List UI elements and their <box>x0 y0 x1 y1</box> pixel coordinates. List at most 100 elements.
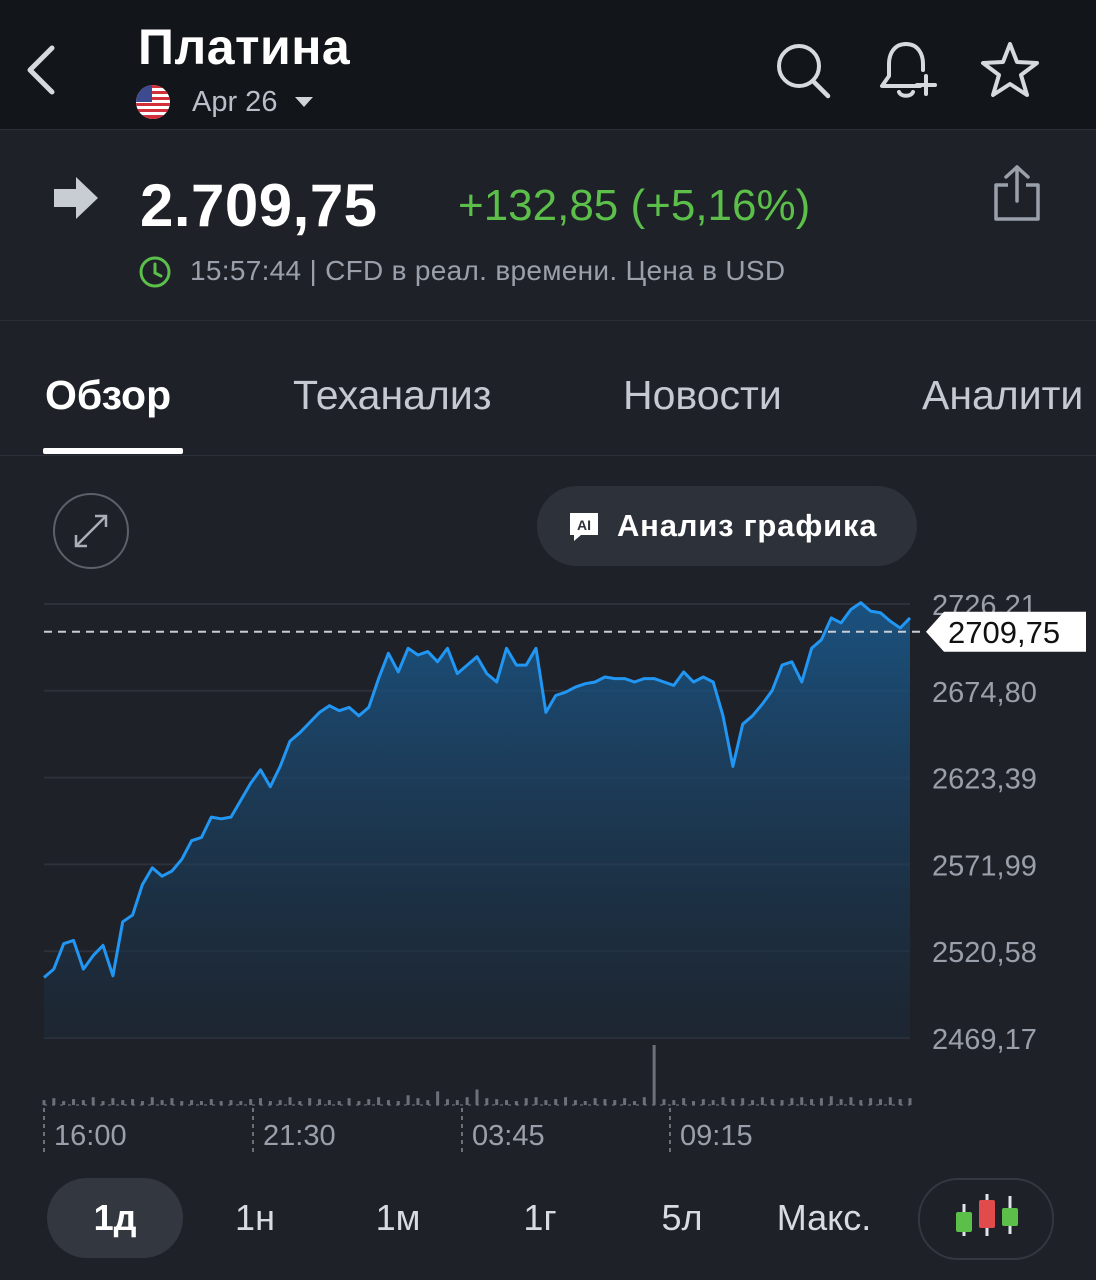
contract-month: Apr 26 <box>192 85 278 118</box>
chart-analysis-button[interactable]: AI Анализ графика <box>537 486 917 566</box>
volume-bar <box>908 1098 912 1105</box>
range-max[interactable]: Макс. <box>754 1178 894 1258</box>
tab-overview[interactable]: Обзор <box>45 372 171 419</box>
x-tick-label: 21:30 <box>263 1120 336 1152</box>
volume-bar <box>327 1100 331 1105</box>
volume-bar <box>150 1097 154 1105</box>
volume-bar <box>544 1100 548 1105</box>
volume-bar <box>623 1098 627 1105</box>
price-change: +132,85 (+5,16%) <box>458 181 811 230</box>
last-price: 2.709,75 <box>140 172 378 239</box>
volume-bar <box>337 1101 341 1105</box>
time-range-selector: 1д 1н 1м 1г 5л Макс. <box>0 1170 1096 1270</box>
volume-bar <box>386 1100 390 1105</box>
current-price-label: 2709,75 <box>948 615 1060 650</box>
ai-chat-icon: AI <box>570 513 598 541</box>
us-flag-icon <box>136 85 170 119</box>
unchanged-arrow-icon <box>54 177 98 219</box>
app-header: Платина Apr 26 <box>0 0 1096 130</box>
volume-bar <box>790 1098 794 1105</box>
volume-bar <box>731 1099 735 1105</box>
search-icon[interactable] <box>770 38 834 102</box>
volume-bar <box>445 1099 449 1105</box>
volume-bar <box>632 1101 636 1105</box>
volume-bar <box>416 1098 420 1105</box>
volume-bar <box>229 1100 233 1105</box>
range-1m[interactable]: 1м <box>338 1178 458 1258</box>
volume-bar <box>534 1097 538 1105</box>
range-1d[interactable]: 1д <box>47 1178 183 1258</box>
price-chart[interactable]: 16:00 21:30 03:45 09:15 2726,212674,802623,… <box>0 580 1096 1160</box>
volume-bar <box>268 1101 272 1105</box>
add-alert-bell-icon[interactable] <box>874 38 938 102</box>
volume-bar <box>357 1101 361 1105</box>
current-price-tag: 2709,75 <box>926 611 1086 652</box>
tab-news[interactable]: Новости <box>623 372 782 419</box>
y-tick-label: 2571,99 <box>932 850 1037 882</box>
volume-bar <box>878 1099 882 1105</box>
volume-bar <box>819 1098 823 1105</box>
share-icon[interactable] <box>988 163 1046 223</box>
clock-icon <box>139 256 171 288</box>
volume-bar <box>131 1099 135 1105</box>
volume-bar <box>298 1101 302 1105</box>
y-tick-label: 2469,17 <box>932 1024 1037 1056</box>
volume-bar <box>170 1098 174 1105</box>
volume-bar <box>190 1100 194 1105</box>
back-arrow-icon[interactable] <box>22 40 62 100</box>
volume-bar <box>859 1100 863 1105</box>
volume-bar <box>209 1099 213 1105</box>
volume-bar <box>613 1100 617 1105</box>
volume-bar <box>701 1099 705 1105</box>
volume-bar <box>347 1098 351 1105</box>
range-5y[interactable]: 5л <box>622 1178 742 1258</box>
volume-bar <box>367 1099 371 1105</box>
volume-bar <box>62 1101 66 1105</box>
volume-bar <box>140 1101 144 1105</box>
section-tabs: Обзор Теханализ Новости Аналити <box>0 322 1096 456</box>
volume-bar <box>406 1095 410 1105</box>
volume-bar <box>662 1099 666 1105</box>
volume-bar <box>583 1101 587 1105</box>
volume-bar <box>455 1100 459 1105</box>
favorite-star-icon[interactable] <box>978 38 1042 102</box>
volume-bar <box>495 1099 499 1105</box>
volume-bar <box>249 1099 253 1105</box>
contract-selector[interactable]: Apr 26 <box>136 84 314 120</box>
range-1y[interactable]: 1г <box>480 1178 600 1258</box>
instrument-title: Платина <box>138 19 351 75</box>
chart-analysis-label: Анализ графика <box>617 508 878 543</box>
volume-bar <box>308 1098 312 1105</box>
volume-bar <box>239 1101 243 1105</box>
chevron-down-icon <box>295 97 314 107</box>
volume-bar <box>91 1097 95 1105</box>
volume-bar <box>475 1089 479 1105</box>
tab-technical[interactable]: Теханализ <box>293 372 492 419</box>
range-1w[interactable]: 1н <box>195 1178 315 1258</box>
chart-type-toggle[interactable] <box>918 1178 1054 1260</box>
volume-bar <box>121 1100 125 1105</box>
volume-bar <box>199 1101 203 1105</box>
y-tick-label: 2623,39 <box>932 764 1037 796</box>
candlestick-icon <box>956 1194 1018 1236</box>
volume-bar <box>278 1100 282 1105</box>
tab-analysis[interactable]: Аналити <box>922 372 1083 419</box>
volume-bar <box>72 1099 76 1105</box>
volume-bar <box>564 1097 568 1105</box>
volume-bar <box>52 1098 56 1105</box>
volume-bar <box>111 1098 115 1105</box>
volume-bar <box>318 1099 322 1105</box>
volume-bar <box>652 1045 656 1105</box>
volume-bar <box>505 1100 509 1105</box>
x-tick-label: 03:45 <box>472 1120 545 1152</box>
volume-bar <box>741 1098 745 1105</box>
volume-bar <box>829 1096 833 1105</box>
volume-bar <box>81 1100 85 1105</box>
volume-bar <box>377 1097 381 1105</box>
fullscreen-button[interactable] <box>53 493 129 569</box>
volume-bar <box>780 1100 784 1105</box>
x-tick-label: 16:00 <box>54 1120 127 1152</box>
volume-bar <box>465 1097 469 1105</box>
volume-bar <box>426 1100 430 1105</box>
volume-bar <box>259 1098 262 1105</box>
